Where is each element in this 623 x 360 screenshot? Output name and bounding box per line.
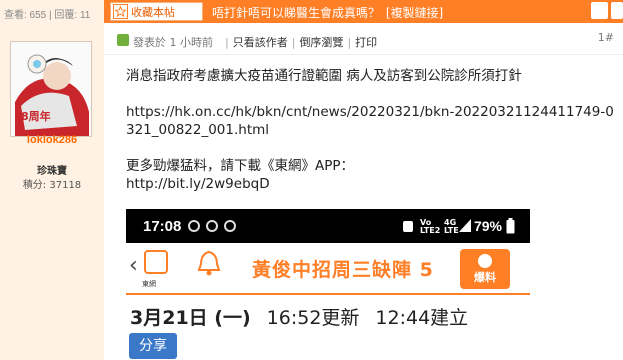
thread-title: 唔打針唔可以睇醫生會成真嗎？ [複製鏈接] [212, 4, 443, 21]
share-button[interactable]: 分享 [129, 333, 177, 359]
user-points: 積分: 37118 [22, 180, 82, 191]
only-author-link[interactable]: 只看該作者 [233, 34, 288, 50]
news-tip-label: 爆料 [474, 271, 496, 284]
star-icon [113, 4, 128, 19]
battery-level: 79% [473, 218, 502, 234]
username[interactable]: loklok286 [0, 134, 104, 146]
favorite-label: 收藏本帖 [131, 5, 175, 19]
news-link[interactable]: https://hk.on.cc/hk/bkn/cnt/news/2022032… [126, 104, 614, 138]
notification-icon [224, 220, 236, 232]
promo-text: 更多勁爆猛料，請下載《東網》APP： [126, 158, 355, 174]
post-body: 消息指政府考慮擴大疫苗通行證範圍 病人及訪客到公院診所須打針 https://h… [126, 67, 616, 193]
notification-icon [206, 220, 218, 232]
user-sidebar: 8周年 loklok286 珍珠寶 積分: 37118 [0, 23, 104, 360]
headline-ticker[interactable]: 黃俊中招周三缺陣 5 [252, 255, 434, 282]
user-rank: 珍珠寶 [37, 166, 67, 177]
app-logo-icon [144, 250, 168, 274]
app-header: ‹ 東網 黃俊中招周三缺陣 5 爆料 [126, 243, 530, 295]
avatar[interactable]: 8周年 [10, 41, 92, 137]
post-time: 發表於 1 小時前 [133, 36, 213, 49]
user-icon [478, 254, 492, 268]
reverse-order-link[interactable]: 倒序瀏覽 [299, 34, 343, 50]
article-dateline: 3月21日 (一) 16:52更新 12:44建立 [130, 303, 468, 330]
phone-time: 17:08 [143, 218, 182, 235]
article-created: 12:44建立 [375, 307, 469, 329]
network-indicator: 4G LTE [444, 218, 459, 235]
post-toolbar: 發表於 1 小時前 | 只看該作者 | 倒序瀏覽 | 打印 1# [104, 23, 623, 55]
chevron-left-icon[interactable]: ‹ [129, 253, 138, 278]
thread-stats: 查看: 655 | 回覆: 11 [0, 0, 104, 23]
divider: | [347, 36, 352, 49]
thread-title-text: 唔打針唔可以睇醫生會成真嗎？ [212, 6, 381, 20]
battery-icon [506, 218, 515, 234]
checkbox-icon[interactable] [591, 2, 608, 19]
divider: | [225, 36, 229, 49]
post-text: 消息指政府考慮擴大疫苗通行證範圍 病人及訪客到公院診所須打針 [126, 68, 522, 84]
checkbox-icon[interactable] [611, 2, 623, 19]
thread-header-bar: 查看: 655 | 回覆: 11 收藏本帖 唔打針唔可以睇醫生會成真嗎？ [複製… [0, 0, 623, 23]
signal-icon [459, 219, 471, 232]
alarm-icon [403, 221, 413, 232]
volte-indicator: Vo LTE2 [420, 218, 441, 235]
svg-text:8周年: 8周年 [21, 109, 51, 123]
app-link[interactable]: http://bit.ly/2w9ebqD [126, 176, 270, 192]
article-date: 3月21日 (一) [130, 307, 251, 329]
news-tip-button[interactable]: 爆料 [460, 249, 510, 289]
print-link[interactable]: 打印 [355, 34, 377, 50]
bell-icon[interactable] [196, 249, 222, 277]
post-actions: | 只看該作者 | 倒序瀏覽 | 打印 [221, 34, 377, 50]
online-status-icon [117, 34, 129, 46]
floor-number[interactable]: 1# [598, 31, 614, 44]
favorite-button[interactable]: 收藏本帖 [110, 2, 203, 21]
divider: | [291, 36, 296, 49]
article-updated: 16:52更新 [266, 307, 360, 329]
embedded-screenshot[interactable]: 17:08 Vo LTE2 4G LTE 79% ‹ 東網 黃俊中招周三缺陣 5… [126, 209, 530, 360]
copy-link[interactable]: [複製鏈接] [386, 6, 443, 20]
notification-icon [188, 220, 200, 232]
app-logo-label: 東網 [142, 280, 156, 288]
phone-status-bar: 17:08 Vo LTE2 4G LTE 79% [126, 209, 530, 243]
